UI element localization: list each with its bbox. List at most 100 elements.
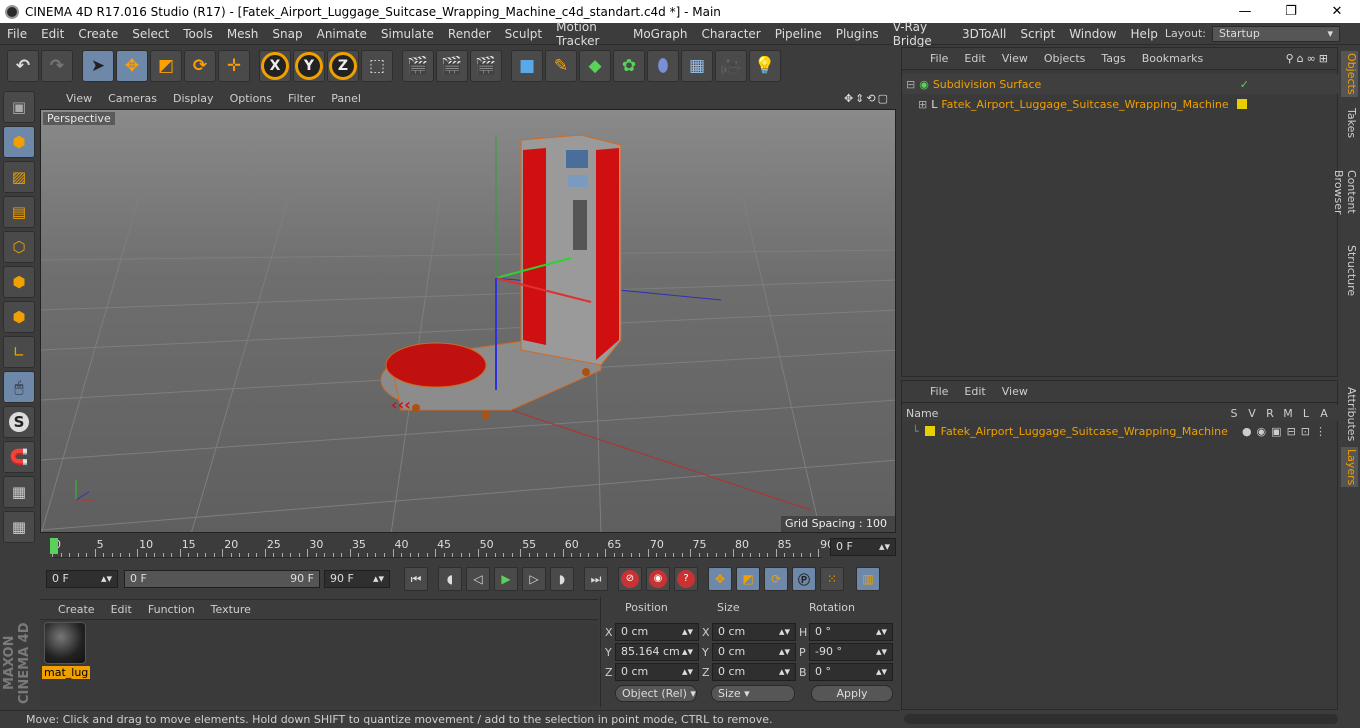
perspective-viewport[interactable]: ‹‹‹ Perspective Grid Spacing : 100 cm — [40, 109, 896, 533]
minimize-button[interactable]: — — [1222, 4, 1268, 19]
eye-icon[interactable]: ◉ — [1257, 425, 1272, 438]
tab-takes[interactable]: Takes — [1341, 103, 1358, 143]
menu-motion-tracker[interactable]: Motion Tracker — [549, 20, 626, 48]
key-position-button[interactable]: ✥ — [708, 567, 732, 591]
render-settings-button[interactable]: 🎬 — [470, 50, 502, 82]
om-menu-tags[interactable]: Tags — [1093, 52, 1133, 65]
model-mode-button[interactable]: ⬢ — [3, 126, 35, 158]
cube-button[interactable]: ■ — [511, 50, 543, 82]
manager-icon[interactable]: ⊟ — [1287, 425, 1301, 438]
render-icon[interactable]: ▣ — [1271, 425, 1286, 438]
tweak-mode-button[interactable]: 🖱 — [3, 371, 35, 403]
viewport-menu-display[interactable]: Display — [165, 92, 222, 105]
position-x-field[interactable]: 0 cm ▴▾ — [615, 623, 699, 641]
maximize-view-icon[interactable]: ▢ — [878, 92, 890, 105]
menu-select[interactable]: Select — [125, 27, 176, 41]
deformer-button[interactable]: ⬮ — [647, 50, 679, 82]
viewport-menu-filter[interactable]: Filter — [280, 92, 323, 105]
menu-sculpt[interactable]: Sculpt — [498, 27, 549, 41]
tab-objects[interactable]: Objects — [1341, 51, 1358, 97]
menu-mesh[interactable]: Mesh — [220, 27, 266, 41]
object-row[interactable]: ⊞ L Fatek_Airport_Luggage_Suitcase_Wrapp… — [902, 94, 1339, 114]
close-button[interactable]: ✕ — [1314, 4, 1360, 19]
material-name[interactable]: mat_lug — [42, 666, 91, 679]
material-menu-function[interactable]: Function — [140, 603, 203, 616]
check-icon[interactable]: ✓ — [1240, 78, 1249, 91]
redo-button[interactable]: ↷ — [41, 50, 73, 82]
z-axis-lock-button[interactable]: Z — [327, 50, 359, 82]
rotation-b-field[interactable]: 0 ° ▴▾ — [809, 663, 893, 681]
rotation-h-field[interactable]: 0 ° ▴▾ — [809, 623, 893, 641]
menu-render[interactable]: Render — [441, 27, 498, 41]
goto-start-button[interactable]: ⏮ — [404, 567, 428, 591]
layer-name[interactable]: Fatek_Airport_Luggage_Suitcase_Wrapping_… — [941, 425, 1228, 438]
orbit-icon[interactable]: ⟲ — [866, 92, 877, 105]
size-mode-select[interactable]: Size ▾ — [711, 685, 795, 702]
magnet-button[interactable]: 🧲 — [3, 441, 35, 473]
new-view-icon[interactable]: ⊞ — [1319, 52, 1331, 65]
recent-tool-button[interactable]: ✛ — [218, 50, 250, 82]
floor-button[interactable]: ▦ — [681, 50, 713, 82]
collapse-icon[interactable]: ⊟ — [906, 78, 915, 91]
lock-icon[interactable]: ⊡ — [1301, 425, 1315, 438]
layer-row[interactable]: └ Fatek_Airport_Luggage_Suitcase_Wrappin… — [902, 421, 1339, 441]
layer-color-swatch[interactable] — [924, 426, 935, 436]
make-editable-button[interactable]: ▣ — [3, 91, 35, 123]
menu-mograph[interactable]: MoGraph — [626, 27, 695, 41]
size-z-field[interactable]: 0 cm ▴▾ — [712, 663, 796, 681]
lm-menu-file[interactable]: File — [922, 385, 956, 398]
timeline-window-button[interactable]: ▥ — [856, 567, 880, 591]
material-menu-texture[interactable]: Texture — [203, 603, 259, 616]
material-preview-swatch[interactable] — [44, 622, 86, 664]
menu-create[interactable]: Create — [71, 27, 125, 41]
om-menu-edit[interactable]: Edit — [956, 52, 993, 65]
tab-structure[interactable]: Structure — [1341, 243, 1358, 299]
camera-button[interactable]: 🎥 — [715, 50, 747, 82]
tab-attributes[interactable]: Attributes — [1341, 385, 1358, 443]
position-z-field[interactable]: 0 cm ▴▾ — [615, 663, 699, 681]
tab-layers[interactable]: Layers — [1341, 447, 1358, 487]
viewport-menu-options[interactable]: Options — [222, 92, 280, 105]
object-name[interactable]: Subdivision Surface — [933, 78, 1041, 91]
size-x-field[interactable]: 0 cm ▴▾ — [712, 623, 796, 641]
prev-frame-button[interactable]: ◁ — [466, 567, 490, 591]
home-icon[interactable]: ⌂ — [1297, 52, 1307, 65]
pan-icon[interactable]: ✥ — [844, 92, 855, 105]
om-menu-file[interactable]: File — [922, 52, 956, 65]
workplane-button[interactable]: ▤ — [3, 196, 35, 228]
menu-character[interactable]: Character — [694, 27, 767, 41]
menu-vray-bridge[interactable]: V-Ray Bridge — [886, 20, 955, 48]
snap-button[interactable]: S — [3, 406, 35, 438]
live-selection-button[interactable]: ➤ — [82, 50, 114, 82]
layout-select[interactable]: Startup ▾ — [1212, 25, 1340, 42]
position-y-field[interactable]: 85.164 cm ▴▾ — [615, 643, 699, 661]
undo-button[interactable]: ↶ — [7, 50, 39, 82]
x-axis-lock-button[interactable]: X — [259, 50, 291, 82]
maximize-button[interactable]: ❐ — [1268, 4, 1314, 19]
cloner-button[interactable]: ✿ — [613, 50, 645, 82]
key-parameter-button[interactable]: Ⓟ — [792, 567, 816, 591]
play-button[interactable]: ▶ — [494, 567, 518, 591]
rotation-p-field[interactable]: -90 ° ▴▾ — [809, 643, 893, 661]
move-tool-button[interactable]: ✥ — [116, 50, 148, 82]
solo-dot-icon[interactable]: ● — [1242, 425, 1257, 438]
menu-file[interactable]: File — [0, 27, 34, 41]
om-menu-objects[interactable]: Objects — [1036, 52, 1094, 65]
y-axis-lock-button[interactable]: Y — [293, 50, 325, 82]
size-y-field[interactable]: 0 cm ▴▾ — [712, 643, 796, 661]
scale-tool-button[interactable]: ◩ — [150, 50, 182, 82]
layer-color-swatch[interactable] — [1236, 99, 1247, 109]
prev-key-button[interactable]: ◖ — [438, 567, 462, 591]
key-scale-button[interactable]: ◩ — [736, 567, 760, 591]
menu-3dtoall[interactable]: 3DToAll — [955, 27, 1013, 41]
rotate-tool-button[interactable]: ⟳ — [184, 50, 216, 82]
coordinate-mode-select[interactable]: Object (Rel) ▾ — [615, 685, 697, 702]
workplane-lock-button[interactable]: ▦ — [3, 476, 35, 508]
lm-menu-view[interactable]: View — [994, 385, 1036, 398]
record-keys-button[interactable]: ⊘ — [618, 567, 642, 591]
search-icon[interactable]: ⚲ — [1286, 52, 1297, 65]
next-key-button[interactable]: ◗ — [550, 567, 574, 591]
material-menu-create[interactable]: Create — [50, 603, 103, 616]
axis-mode-button[interactable]: ∟ — [3, 336, 35, 368]
lm-menu-edit[interactable]: Edit — [956, 385, 993, 398]
